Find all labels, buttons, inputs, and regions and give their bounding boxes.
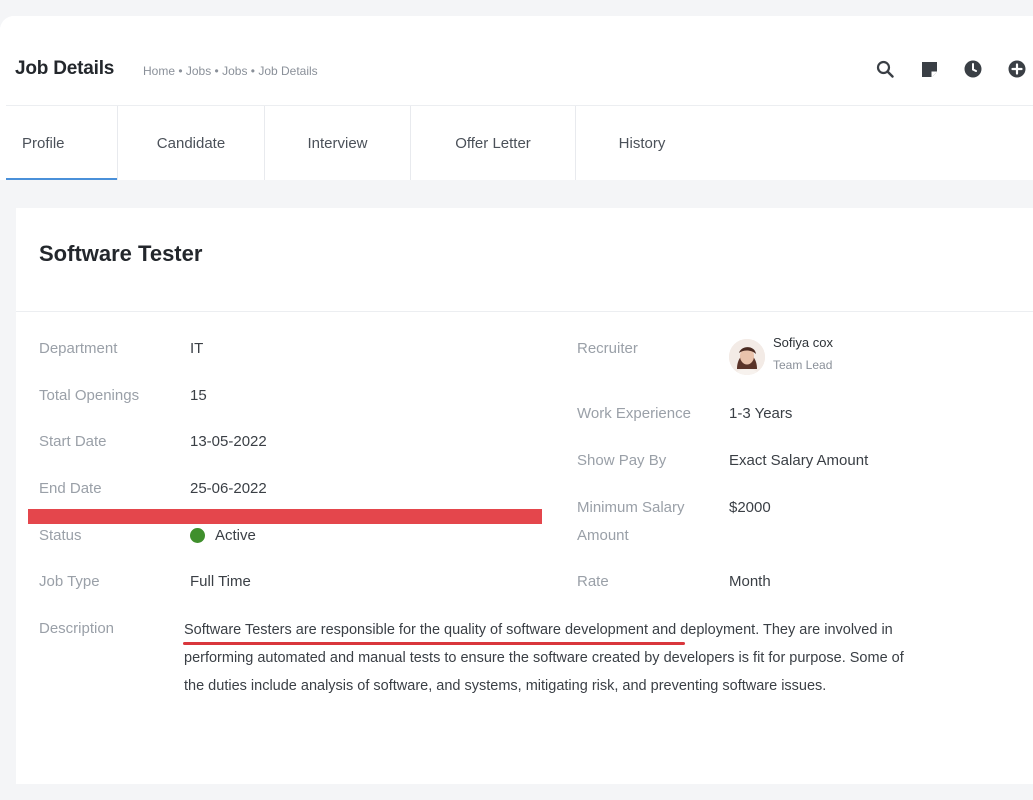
description-text: Software Testers are responsible for the…	[184, 622, 904, 694]
job-type-label: Job Type	[39, 573, 100, 590]
description-label: Description	[39, 620, 115, 637]
job-type-value: Full Time	[190, 573, 251, 590]
tab-bar-filler	[707, 105, 1033, 180]
recruiter-label: Recruiter	[577, 340, 638, 357]
work-experience-value: 1-3 Years	[729, 405, 793, 422]
end-date-value: 25-06-2022	[190, 480, 267, 497]
tab-candidate[interactable]: Candidate	[118, 106, 265, 181]
clock-icon[interactable]	[962, 58, 984, 80]
note-icon[interactable]	[918, 58, 940, 80]
page-title: Job Details	[15, 58, 115, 79]
recruiter-name[interactable]: Sofiya cox	[773, 335, 833, 350]
end-date-label: End Date	[39, 480, 102, 497]
tab-offer-letter[interactable]: Offer Letter	[411, 106, 576, 181]
total-openings-value: 15	[190, 387, 207, 404]
search-icon[interactable]	[874, 58, 896, 80]
show-pay-by-value: Exact Salary Amount	[729, 452, 869, 469]
avatar[interactable]	[729, 339, 765, 375]
status-label: Status	[39, 527, 82, 544]
annotation-redline	[28, 509, 542, 524]
plus-circle-icon[interactable]	[1006, 58, 1028, 80]
minimum-salary-label: Minimum Salary Amount	[577, 499, 685, 544]
tab-history[interactable]: History	[576, 106, 709, 181]
minimum-salary-value: $2000	[729, 499, 771, 516]
rate-value: Month	[729, 573, 771, 590]
tab-interview[interactable]: Interview	[265, 106, 411, 181]
job-title: Software Tester	[39, 241, 203, 266]
work-experience-label: Work Experience	[577, 405, 691, 422]
status-dot-icon	[190, 528, 205, 543]
tab-bar: Profile Candidate Interview Offer Letter…	[6, 105, 709, 181]
total-openings-label: Total Openings	[39, 387, 140, 404]
department-label: Department	[39, 340, 118, 357]
department-value: IT	[190, 340, 204, 357]
status-value: Active	[215, 527, 256, 544]
annotation-underline	[183, 642, 685, 645]
show-pay-by-label: Show Pay By	[577, 452, 667, 469]
rate-label: Rate	[577, 573, 609, 590]
start-date-value: 13-05-2022	[190, 433, 267, 450]
header-toolbar	[874, 58, 1028, 80]
breadcrumb[interactable]: Home • Jobs • Jobs • Job Details	[143, 64, 318, 78]
recruiter-role: Team Lead	[773, 358, 833, 372]
tab-profile[interactable]: Profile	[6, 106, 118, 181]
start-date-label: Start Date	[39, 433, 107, 450]
